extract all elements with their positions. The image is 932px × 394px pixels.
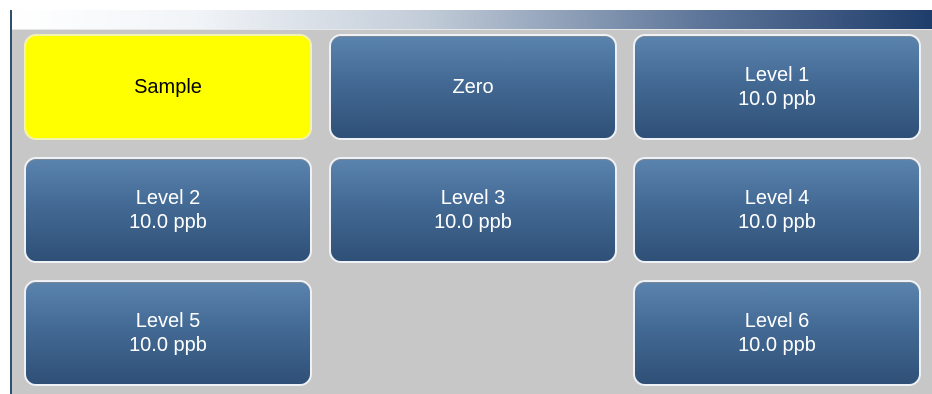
sample-button-label: Sample xyxy=(134,76,202,98)
level-6-value: 10.0 ppb xyxy=(738,334,816,356)
level-3-label: Level 3 xyxy=(440,187,506,209)
level-1-label: Level 1 xyxy=(744,64,810,86)
screen-frame: Sample Zero Level 1 10.0 ppb Level 2 10.… xyxy=(10,10,932,394)
level-6-label: Level 6 xyxy=(744,310,810,332)
zero-button-label: Zero xyxy=(452,76,494,98)
level-4-label: Level 4 xyxy=(744,187,810,209)
level-4-value: 10.0 ppb xyxy=(738,211,816,233)
level-6-button[interactable]: Level 6 10.0 ppb xyxy=(633,280,921,386)
level-2-button[interactable]: Level 2 10.0 ppb xyxy=(24,157,312,263)
level-2-label: Level 2 xyxy=(135,187,201,209)
level-1-value: 10.0 ppb xyxy=(738,88,816,110)
level-5-button[interactable]: Level 5 10.0 ppb xyxy=(24,280,312,386)
title-bar xyxy=(12,10,932,30)
level-1-button[interactable]: Level 1 10.0 ppb xyxy=(633,34,921,140)
level-5-label: Level 5 xyxy=(135,310,201,332)
sample-button[interactable]: Sample xyxy=(24,34,312,140)
level-3-value: 10.0 ppb xyxy=(434,211,512,233)
level-3-button[interactable]: Level 3 10.0 ppb xyxy=(329,157,617,263)
level-5-value: 10.0 ppb xyxy=(129,334,207,356)
zero-button[interactable]: Zero xyxy=(329,34,617,140)
level-2-value: 10.0 ppb xyxy=(129,211,207,233)
level-4-button[interactable]: Level 4 10.0 ppb xyxy=(633,157,921,263)
